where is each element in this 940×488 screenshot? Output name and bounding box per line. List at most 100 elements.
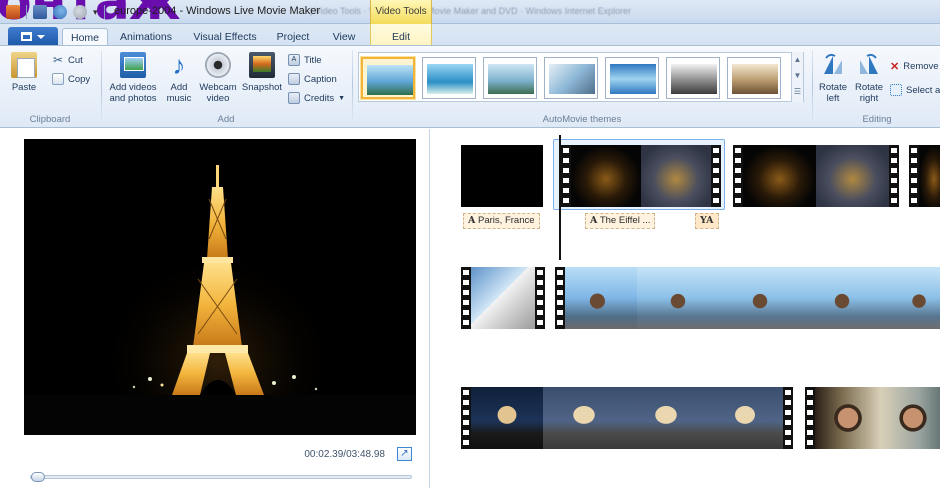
- ribbon: Paste ✂ Cut Copy Clipboard Add videos an…: [0, 45, 940, 128]
- clip-frame: [471, 267, 535, 329]
- video-clip-eiffel[interactable]: [561, 145, 721, 207]
- snapshot-button[interactable]: Snapshot: [238, 52, 286, 93]
- clip-frame: [816, 145, 889, 207]
- add-videos-label-line2: and photos: [109, 93, 157, 104]
- theme-contemporary[interactable]: [422, 57, 476, 99]
- clip-frame: [883, 267, 940, 329]
- caption-tag-paris[interactable]: A Paris, France: [463, 213, 540, 229]
- tab-animations[interactable]: Animations: [112, 28, 180, 46]
- theme-preview-image: [427, 64, 473, 94]
- caption-button[interactable]: Caption: [288, 73, 337, 85]
- credits-button[interactable]: Credits ▼: [288, 92, 345, 104]
- theme-pan-zoom[interactable]: [605, 57, 659, 99]
- title-button[interactable]: A Title: [288, 54, 322, 66]
- rotate-right-label-line1: Rotate: [855, 82, 883, 93]
- editing-group: Rotate left Rotate right ✕ Remove Select…: [814, 46, 940, 128]
- rotate-left-label-line1: Rotate: [819, 82, 847, 93]
- film-sprocket-right: [783, 387, 793, 449]
- quick-access-toolbar: ▾: [6, 4, 105, 20]
- tab-view[interactable]: View: [324, 28, 364, 46]
- title-clip-black[interactable]: [461, 145, 543, 207]
- rotate-right-button[interactable]: Rotate right: [852, 52, 886, 104]
- save-icon[interactable]: [33, 5, 47, 19]
- add-music-button[interactable]: ♪ Add music: [162, 52, 196, 104]
- gallery-down-icon[interactable]: ▼: [792, 68, 803, 84]
- theme-fade[interactable]: [544, 57, 598, 99]
- copy-button[interactable]: Copy: [52, 73, 90, 85]
- seek-handle[interactable]: [30, 472, 45, 482]
- webcam-video-button[interactable]: Webcam video: [198, 52, 238, 104]
- app-menu-icon[interactable]: [6, 5, 20, 19]
- chevron-down-icon: ▼: [338, 94, 346, 102]
- theme-preview-image: [671, 64, 717, 94]
- clip-frame: [637, 267, 719, 329]
- add-music-label-line2: music: [166, 93, 192, 104]
- clip-frame: [707, 387, 783, 449]
- title-bar: ▾ europe-2004 - Windows Live Movie Maker…: [0, 0, 940, 24]
- background-window-title: | Video Tools · Windows Live Movie Maker…: [310, 6, 632, 16]
- rotate-left-label-line2: left: [826, 93, 840, 104]
- clip-frame: [881, 387, 940, 449]
- tab-project[interactable]: Project: [268, 28, 318, 46]
- gallery-up-icon[interactable]: ▲: [792, 52, 803, 68]
- redo-icon[interactable]: [73, 5, 87, 19]
- theme-black-white[interactable]: [666, 57, 720, 99]
- editing-group-label: Editing: [862, 114, 892, 125]
- webcam-icon: [205, 52, 231, 78]
- title-label: Title: [304, 54, 322, 66]
- file-menu-button[interactable]: [8, 27, 58, 46]
- gallery-scroller[interactable]: ▲ ▼ ☰: [791, 52, 803, 102]
- film-photo-icon: [120, 52, 146, 78]
- theme-default[interactable]: [361, 57, 415, 99]
- video-clip-sacre-coeur[interactable]: [461, 387, 793, 449]
- rotate-right-label-line2: right: [859, 93, 879, 104]
- add-videos-photos-button[interactable]: Add videos and photos: [106, 52, 160, 104]
- title-icon: A: [288, 54, 300, 66]
- add-group-label: Add: [217, 114, 235, 125]
- cut-button[interactable]: ✂ Cut: [52, 54, 83, 66]
- qat-separator: [26, 5, 27, 19]
- clip-frame: [719, 267, 801, 329]
- gallery-more-icon[interactable]: ☰: [792, 84, 803, 100]
- rotate-left-button[interactable]: Rotate left: [816, 52, 850, 104]
- theme-sepia[interactable]: [727, 57, 781, 99]
- qat-separator: [103, 5, 105, 19]
- automovie-themes-gallery: ▲ ▼ ☰: [358, 52, 804, 102]
- paste-button[interactable]: Paste: [8, 52, 40, 93]
- video-clip-eiffel-2[interactable]: [733, 145, 899, 207]
- group-separator: [812, 50, 813, 122]
- playhead[interactable]: [559, 135, 561, 260]
- caption-a-icon: A: [468, 215, 476, 226]
- add-group: Add videos and photos ♪ Add music Webcam…: [102, 46, 350, 128]
- eiffel-tower-night-image: [24, 139, 416, 435]
- tab-visual-effects[interactable]: Visual Effects: [186, 28, 264, 46]
- caption-tag-eiffel[interactable]: A The Eiffel ...: [585, 213, 656, 229]
- video-clip-boat-ride[interactable]: [555, 267, 940, 329]
- cut-label: Cut: [68, 54, 83, 66]
- film-sprocket-left: [561, 145, 571, 207]
- select-all-label: Select a: [906, 84, 940, 96]
- fullscreen-button[interactable]: ↗: [397, 447, 412, 461]
- video-preview[interactable]: [24, 139, 416, 435]
- video-clip-transition[interactable]: [461, 267, 545, 329]
- tab-edit[interactable]: Edit: [370, 24, 432, 46]
- qat-customize-icon[interactable]: ▾: [93, 7, 98, 18]
- preview-pane: 00:02.39/03:48.98 ↗: [0, 129, 430, 488]
- add-music-label-line1: Add: [170, 82, 188, 93]
- theme-preview-image: [610, 64, 656, 94]
- add-videos-label-line1: Add videos: [109, 82, 157, 93]
- theme-preview-image: [367, 65, 413, 95]
- caption-tag-credits[interactable]: YA: [695, 213, 719, 229]
- video-clip-train[interactable]: [805, 387, 940, 449]
- select-all-button[interactable]: Select a: [890, 84, 940, 96]
- theme-cinematic[interactable]: [483, 57, 537, 99]
- remove-button[interactable]: ✕ Remove: [890, 60, 939, 73]
- undo-icon[interactable]: [53, 5, 67, 19]
- chevron-down-icon: [37, 34, 45, 39]
- seek-bar[interactable]: [30, 472, 412, 482]
- film-sprocket-left: [805, 387, 815, 449]
- storyboard-timeline: A Paris, France A The Eiffel ... YA: [431, 129, 940, 488]
- video-clip-eiffel-3[interactable]: [909, 145, 940, 207]
- video-tools-label: Video Tools: [370, 0, 432, 24]
- ribbon-tab-bar: Home Animations Visual Effects Project V…: [0, 24, 940, 47]
